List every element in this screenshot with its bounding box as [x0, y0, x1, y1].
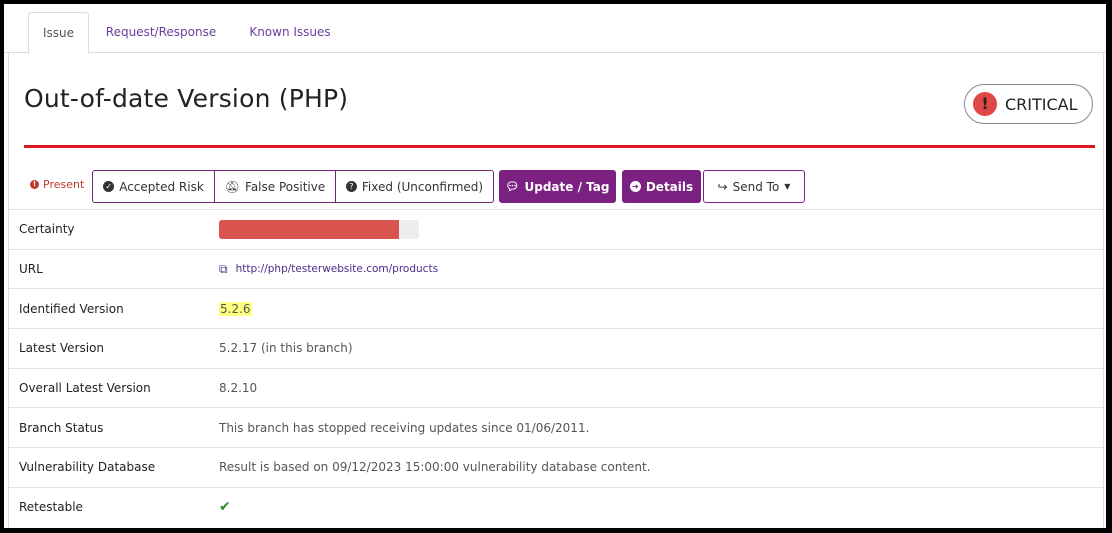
table-row: Branch Status This branch has stopped re…: [9, 407, 1103, 447]
url-value: ⧉ http://php/testerwebsite.com/products: [209, 262, 438, 277]
action-bar: ! Present ✓ Accepted Risk 🔕︎ False Posit…: [24, 170, 1103, 204]
certainty-bar-fill: [219, 219, 399, 239]
table-row: Certainty: [9, 209, 1103, 249]
vulnerability-database-value: Result is based on 09/12/2023 15:00:00 v…: [219, 460, 651, 475]
external-link-icon[interactable]: ⧉: [219, 262, 228, 277]
row-label: Identified Version: [19, 301, 124, 316]
send-to-label: Send To: [732, 179, 780, 194]
severity-divider: [24, 145, 1095, 148]
bell-slash-icon: 🔕︎: [224, 179, 241, 194]
exclamation-dot-icon: !: [30, 180, 39, 189]
update-tag-label: Update / Tag: [524, 179, 610, 194]
tab-known-issues[interactable]: Known Issues: [240, 12, 340, 53]
table-row: Overall Latest Version 8.2.10: [9, 367, 1103, 408]
present-status: ! Present: [30, 178, 84, 191]
exclamation-circle-icon: !: [973, 92, 997, 116]
row-label: Certainty: [19, 222, 75, 237]
send-to-dropdown[interactable]: ↪ Send To ▼: [703, 170, 805, 203]
issue-detail-window: Issue Request/Response Known Issues Out-…: [4, 4, 1106, 528]
accepted-risk-button[interactable]: ✓ Accepted Risk: [92, 170, 215, 203]
table-row: URL ⧉ http://php/testerwebsite.com/produ…: [9, 248, 1103, 289]
check-circle-icon: ✓: [103, 181, 115, 192]
issue-panel: Out-of-date Version (PHP) ! CRITICAL ! P…: [8, 53, 1104, 528]
severity-label: CRITICAL: [1005, 94, 1078, 114]
accepted-risk-label: Accepted Risk: [119, 179, 204, 194]
table-row: Retestable ✔: [9, 486, 1103, 527]
severity-badge: ! CRITICAL: [964, 84, 1093, 124]
tab-bar: Issue Request/Response Known Issues: [4, 4, 1106, 54]
update-tag-button[interactable]: 💬︎ Update / Tag: [499, 170, 616, 203]
issue-title: Out-of-date Version (PHP): [24, 84, 349, 113]
false-positive-label: False Positive: [245, 179, 326, 194]
details-table: Certainty URL ⧉ http://php/testerwebsite…: [9, 209, 1103, 527]
comment-icon: 💬︎: [505, 180, 520, 193]
branch-status-value: This branch has stopped receiving update…: [219, 420, 590, 435]
fixed-unconfirmed-label: Fixed (Unconfirmed): [361, 179, 484, 194]
table-row: Vulnerability Database Result is based o…: [9, 447, 1103, 487]
check-icon: ✔: [219, 499, 231, 516]
latest-version-value: 5.2.17 (in this branch): [219, 341, 353, 356]
highlighted-version: 5.2.6: [219, 301, 252, 316]
row-label: Retestable: [19, 500, 83, 515]
row-label: Latest Version: [19, 341, 105, 356]
url-link[interactable]: http://php/testerwebsite.com/products: [236, 263, 438, 275]
table-row: Identified Version 5.2.6: [9, 288, 1103, 328]
overall-latest-version-value: 8.2.10: [219, 381, 258, 396]
tab-issue[interactable]: Issue: [28, 12, 89, 54]
row-label: Branch Status: [19, 420, 104, 435]
caret-down-icon: ▼: [784, 182, 791, 191]
row-label: URL: [19, 262, 43, 277]
share-icon: ↪: [717, 179, 728, 194]
question-circle-icon: ?: [345, 181, 357, 192]
details-label: Details: [645, 179, 694, 194]
row-label: Overall Latest Version: [19, 381, 151, 396]
present-label: Present: [43, 178, 85, 191]
identified-version-value: 5.2.6: [209, 301, 252, 316]
details-button[interactable]: ➜ Details: [622, 170, 701, 203]
row-label: Vulnerability Database: [19, 460, 156, 475]
table-row: Latest Version 5.2.17 (in this branch): [9, 328, 1103, 368]
certainty-value: [209, 219, 419, 239]
retestable-value: ✔: [209, 499, 231, 515]
certainty-bar: [219, 219, 419, 239]
false-positive-button[interactable]: 🔕︎ False Positive: [214, 170, 336, 203]
arrow-circle-right-icon: ➜: [629, 181, 641, 192]
tab-request-response[interactable]: Request/Response: [99, 12, 223, 53]
fixed-unconfirmed-button[interactable]: ? Fixed (Unconfirmed): [335, 170, 494, 203]
